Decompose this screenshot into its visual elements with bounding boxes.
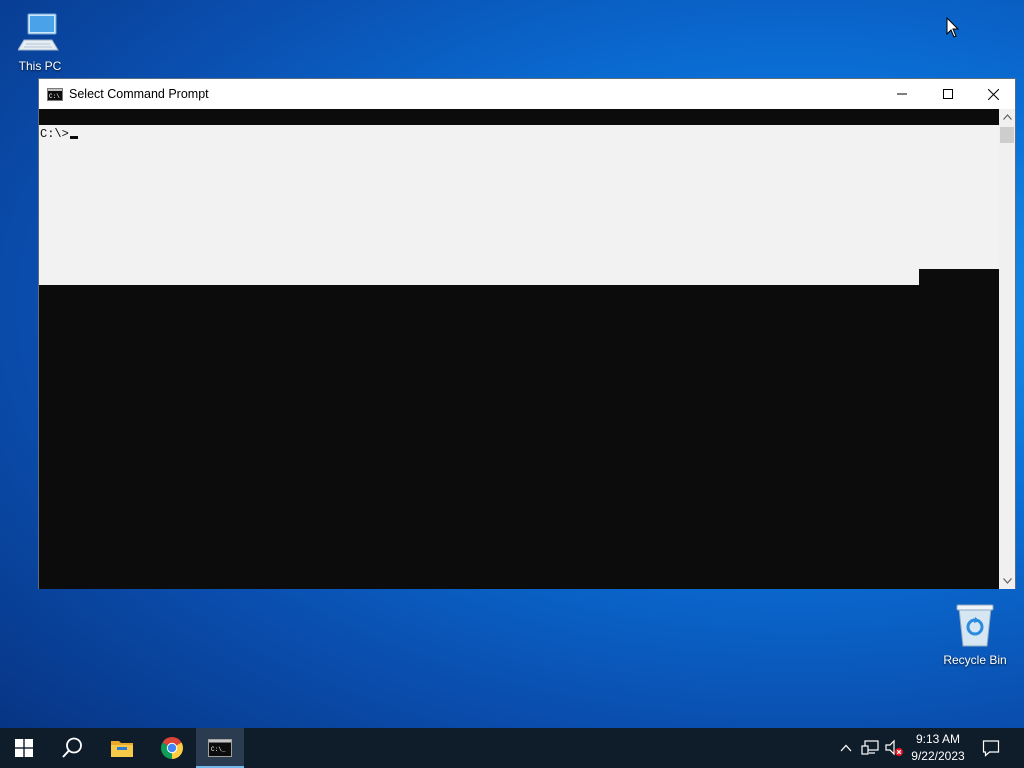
chrome-icon — [161, 737, 183, 759]
chevron-down-icon — [1002, 578, 1012, 584]
windows-logo-icon — [15, 739, 33, 757]
mouse-cursor-icon — [946, 16, 960, 44]
scrollbar-thumb[interactable] — [1000, 127, 1014, 143]
text-cursor — [69, 136, 78, 139]
search-icon — [62, 737, 82, 758]
taskbar: C:\_ 9:13 AM 9/22/2023 — [0, 728, 1024, 768]
desktop-icon-recycle-bin[interactable]: Recycle Bin — [935, 602, 1015, 667]
selection-highlight — [39, 125, 999, 285]
network-button[interactable] — [860, 738, 880, 758]
desktop-icon-label: This PC — [18, 59, 62, 73]
taskbar-file-explorer[interactable] — [98, 728, 146, 768]
maximize-button[interactable] — [925, 79, 971, 109]
clock-date: 9/22/2023 — [911, 749, 965, 763]
volume-button[interactable] — [884, 738, 904, 758]
svg-text:C:\: C:\ — [49, 93, 60, 100]
scroll-down-button[interactable] — [999, 573, 1015, 589]
volume-muted-icon — [885, 739, 903, 756]
chevron-up-icon — [840, 744, 852, 752]
scroll-up-button[interactable] — [999, 109, 1015, 125]
command-prompt-icon: C:\_ — [208, 739, 232, 757]
console-top-line — [39, 109, 943, 125]
command-line[interactable]: C:\> — [40, 127, 78, 141]
notification-icon — [982, 740, 1000, 757]
minimize-button[interactable] — [879, 79, 925, 109]
desktop-icon-label: Recycle Bin — [943, 653, 1007, 667]
vertical-scrollbar[interactable] — [999, 109, 1015, 589]
command-prompt-icon: C:\ — [47, 87, 63, 101]
command-prompt-window[interactable]: C:\ Select Command Prompt C:\> — [38, 78, 1016, 589]
window-title: Select Command Prompt — [69, 87, 209, 101]
minimize-icon — [897, 93, 907, 95]
folder-icon — [111, 741, 133, 757]
action-center-button[interactable] — [981, 738, 1001, 758]
network-icon — [861, 740, 879, 755]
close-icon — [987, 88, 999, 100]
clock-time: 9:13 AM — [915, 732, 961, 746]
chevron-up-icon — [1002, 114, 1012, 120]
title-bar[interactable]: C:\ Select Command Prompt — [39, 79, 1015, 109]
taskbar-command-prompt[interactable]: C:\_ — [196, 728, 244, 768]
prompt-text: C:\> — [40, 127, 69, 141]
show-hidden-icons-button[interactable] — [836, 738, 856, 758]
taskbar-chrome[interactable] — [148, 728, 196, 768]
maximize-icon — [943, 89, 953, 99]
system-clock[interactable]: 9:13 AM 9/22/2023 — [906, 731, 970, 765]
computer-icon — [0, 10, 80, 57]
start-button[interactable] — [0, 728, 48, 768]
svg-text:C:\_: C:\_ — [211, 746, 226, 753]
recycle-bin-icon — [935, 602, 1015, 651]
search-button[interactable] — [48, 728, 96, 768]
selection-notch — [919, 269, 999, 285]
console-output[interactable]: C:\> — [39, 109, 999, 589]
close-button[interactable] — [970, 79, 1016, 109]
desktop-icon-this-pc[interactable]: This PC — [0, 10, 80, 73]
